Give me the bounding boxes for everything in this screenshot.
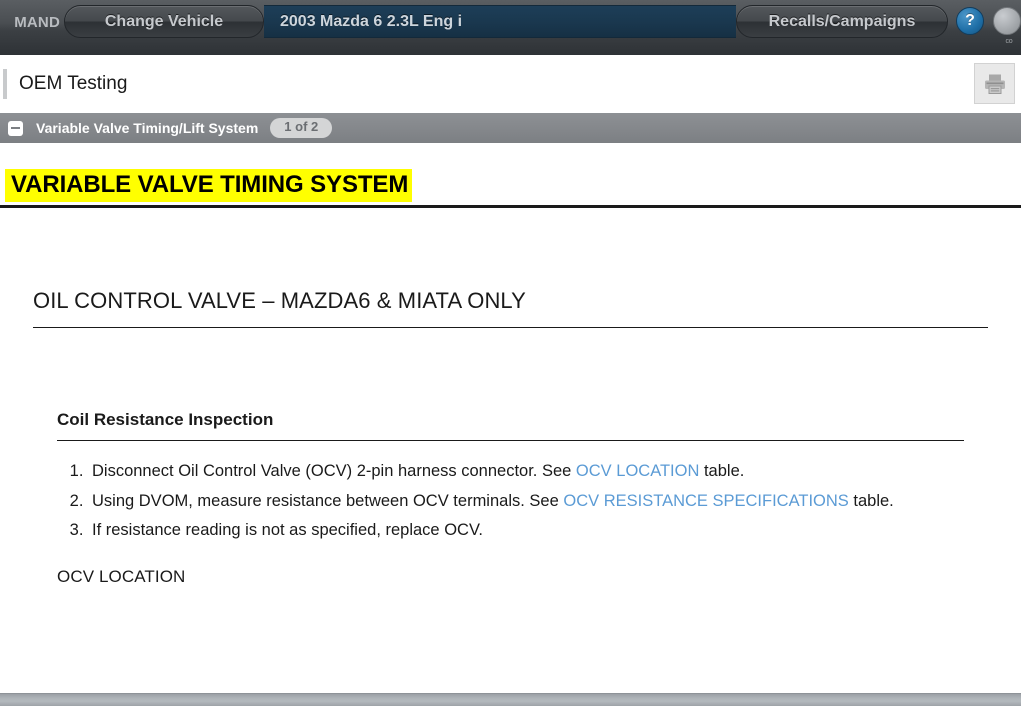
step-text-before: Disconnect Oil Control Valve (OCV) 2-pin…: [92, 462, 576, 481]
brand-logo: MAND: [14, 13, 60, 31]
contact-icon[interactable]: [993, 7, 1021, 35]
contact-icon-caption: co: [1005, 38, 1013, 45]
change-vehicle-label: Change Vehicle: [104, 12, 224, 30]
table-subheading-ocv-location: OCV LOCATION: [57, 566, 186, 586]
list-item: Disconnect Oil Control Valve (OCV) 2-pin…: [88, 461, 1021, 481]
subsection-heading-coil-resistance-inspection: Coil Resistance Inspection: [57, 410, 274, 430]
help-icon-glyph: ?: [965, 12, 975, 29]
section-heading-oil-control-valve: OIL CONTROL VALVE – MAZDA6 & MIATA ONLY: [33, 288, 526, 314]
document-content: VARIABLE VALVE TIMING SYSTEM OIL CONTROL…: [0, 143, 1021, 706]
procedure-step-list: Disconnect Oil Control Valve (OCV) 2-pin…: [0, 461, 1021, 540]
help-icon[interactable]: ?: [956, 7, 984, 35]
application-toolbar: MAND Change Vehicle 2003 Mazda 6 2.3L En…: [0, 0, 1021, 55]
section-header-bar[interactable]: Variable Valve Timing/Lift System 1 of 2: [0, 113, 1021, 143]
change-vehicle-button[interactable]: Change Vehicle: [64, 5, 264, 38]
horizontal-scrollbar[interactable]: [0, 693, 1021, 706]
heading-2-divider: [33, 327, 988, 329]
page-title-strip: OEM Testing: [0, 55, 1021, 113]
step-text-after: table.: [699, 462, 745, 481]
ocv-resistance-specifications-link[interactable]: OCV RESISTANCE SPECIFICATIONS: [563, 492, 848, 510]
current-vehicle-value: 2003 Mazda 6 2.3L Eng i: [280, 12, 463, 30]
print-button[interactable]: [974, 63, 1015, 104]
recalls-campaigns-label: Recalls/Campaigns: [768, 12, 916, 30]
section-title: Variable Valve Timing/Lift System: [36, 120, 259, 136]
step-text-after: table.: [848, 491, 894, 510]
page-strip-accent-bar: [3, 68, 7, 99]
collapse-minus-icon[interactable]: [8, 120, 23, 136]
toolbar-icon-group: ?: [948, 0, 1021, 35]
step-text-before: If resistance reading is not as specifie…: [92, 521, 484, 540]
list-item: If resistance reading is not as specifie…: [88, 520, 1021, 540]
recalls-campaigns-button[interactable]: Recalls/Campaigns: [736, 5, 948, 38]
page-title: OEM Testing: [19, 72, 128, 94]
list-item: Using DVOM, measure resistance between O…: [88, 491, 1021, 511]
heading-3-divider: [57, 440, 964, 442]
printer-icon: [984, 74, 1005, 94]
section-count-badge: 1 of 2: [270, 118, 333, 138]
ocv-location-link[interactable]: OCV LOCATION: [576, 462, 699, 480]
current-vehicle-field[interactable]: 2003 Mazda 6 2.3L Eng i: [264, 5, 736, 38]
document-title-row: VARIABLE VALVE TIMING SYSTEM: [0, 143, 1021, 203]
step-text-before: Using DVOM, measure resistance between O…: [92, 491, 564, 510]
title-divider: [0, 205, 1021, 209]
document-highlighted-title: VARIABLE VALVE TIMING SYSTEM: [5, 169, 413, 203]
